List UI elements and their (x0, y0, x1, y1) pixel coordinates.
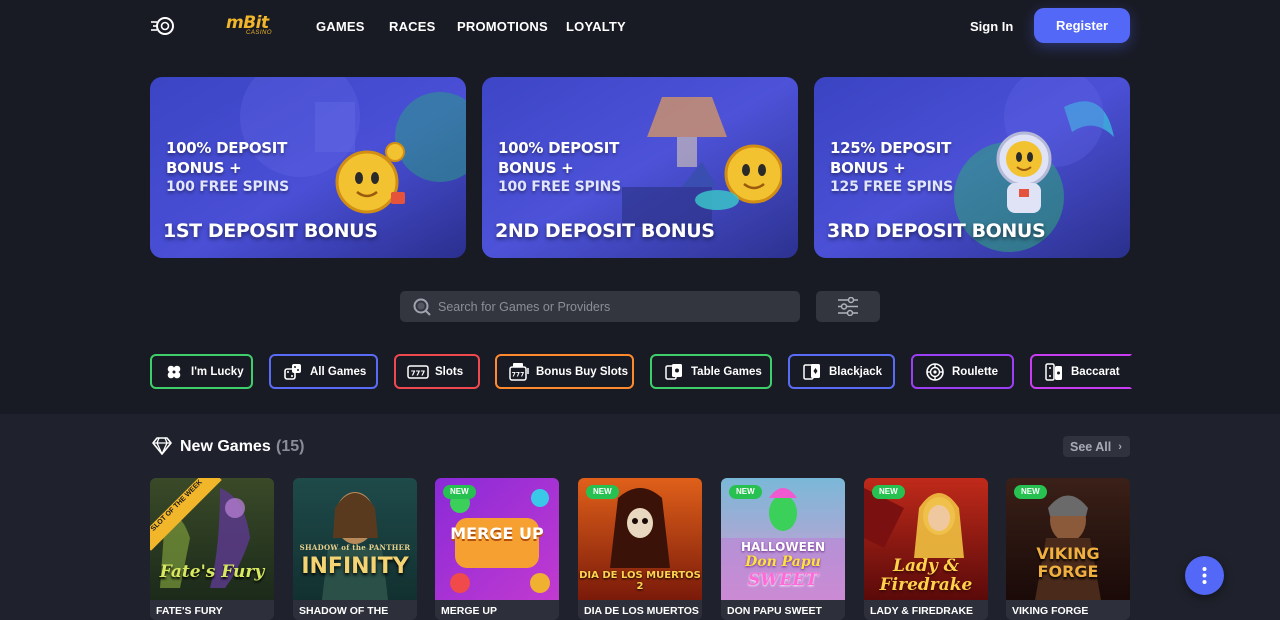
section-title: New Games (180, 438, 271, 455)
more-options-button[interactable] (1185, 556, 1224, 595)
see-all-label: See All (1070, 439, 1112, 454)
search-input[interactable] (438, 291, 788, 322)
promo-line-1: 125% DEPOSIT (830, 139, 952, 157)
game-tile-fates-fury[interactable]: SLOT OF THE WEEK Fate's Fury FATE'S FURY (150, 478, 274, 620)
category-label: Table Games (691, 365, 762, 378)
promo-title: 2ND DEPOSIT BONUS (495, 220, 715, 242)
new-badge: NEW (1014, 485, 1047, 499)
game-art-subtitle: Don Papu (745, 554, 821, 570)
game-name: SHADOW OF THE (293, 600, 417, 620)
promo-line-1: 100% DEPOSIT (166, 139, 288, 157)
game-art-subtitle: FORGE (1037, 562, 1099, 581)
category-table-games[interactable]: Table Games (650, 354, 772, 389)
promo-title: 1ST DEPOSIT BONUS (163, 220, 378, 242)
game-name: DIA DE LOS MUERTOS (578, 600, 702, 620)
game-name: DON PAPU SWEET (721, 600, 845, 620)
game-name: LADY & FIREDRAKE (864, 600, 988, 620)
svg-text:777: 777 (512, 371, 525, 378)
search-bar[interactable] (400, 291, 800, 322)
slot-777-icon: 777 (407, 361, 429, 383)
game-art-subtitle: SHADOW of the PANTHER (299, 543, 411, 552)
game-art-title: MERGE UP (450, 524, 544, 543)
game-art-title: Lady & (893, 556, 959, 576)
filter-sliders-icon (838, 297, 858, 316)
search-icon (413, 298, 431, 316)
category-blackjack[interactable]: Blackjack (788, 354, 895, 389)
category-label: Baccarat (1071, 365, 1120, 378)
roulette-icon (924, 361, 946, 383)
sign-in-link[interactable]: Sign In (970, 19, 1013, 34)
promo-line-3: 125 FREE SPINS (830, 179, 953, 195)
promo-line-2: BONUS + (166, 159, 242, 177)
category-bonus-buy-slots[interactable]: 777 Bonus Buy Slots (495, 354, 634, 389)
filter-button[interactable] (816, 291, 880, 322)
category-slots[interactable]: 777 Slots (394, 354, 480, 389)
coin-mascot-image (335, 142, 405, 214)
nav-races[interactable]: RACES (389, 19, 436, 34)
promo-card-2nd-deposit[interactable]: 100% DEPOSIT BONUS + 100 FREE SPINS 2ND … (482, 77, 798, 258)
game-art-subtitle: Firedrake (879, 575, 973, 595)
logo-subtext: CASINO (246, 30, 273, 36)
see-all-button[interactable]: See All › (1063, 436, 1130, 457)
category-label: Blackjack (829, 365, 883, 378)
game-art-subtitle-2: SWEET (748, 570, 818, 590)
game-tile-viking-forge[interactable]: NEW VIKING FORGE VIKING FORGE (1006, 478, 1130, 620)
nav-games[interactable]: GAMES (316, 19, 365, 34)
category-all-games[interactable]: All Games (269, 354, 378, 389)
menu-toggle-icon[interactable] (150, 14, 178, 38)
game-tile-don-papu-sweet[interactable]: NEW HALLOWEEN Don Papu SWEET DON PAPU SW… (721, 478, 845, 620)
new-badge: NEW (872, 485, 905, 499)
game-tile-dia-de-los-muertos[interactable]: NEW DIA DE LOS MUERTOS 2 DIA DE LOS MUER… (578, 478, 702, 620)
new-badge: NEW (443, 485, 476, 499)
clover-icon (163, 361, 185, 383)
diamond-icon (152, 437, 172, 455)
nav-promotions[interactable]: PROMOTIONS (457, 19, 548, 34)
game-artwork (293, 478, 417, 600)
category-baccarat[interactable]: Baccarat (1030, 354, 1132, 389)
cards-icon (801, 361, 823, 383)
vertical-dots-icon (1202, 567, 1207, 584)
coin-mascot-image (682, 144, 782, 210)
promo-card-3rd-deposit[interactable]: 125% DEPOSIT BONUS + 125 FREE SPINS 3RD … (814, 77, 1130, 258)
promo-card-1st-deposit[interactable]: 100% DEPOSIT BONUS + 100 FREE SPINS 1ST … (150, 77, 466, 258)
game-art-title: Fate's Fury (159, 562, 265, 582)
game-tile-merge-up[interactable]: NEW MERGE UP MERGE UP (435, 478, 559, 620)
promo-line-1: 100% DEPOSIT (498, 139, 620, 157)
chevron-right-icon: › (1118, 440, 1122, 453)
promo-line-3: 100 FREE SPINS (498, 179, 621, 195)
astronaut-coin-mascot-image (996, 131, 1052, 213)
promo-line-3: 100 FREE SPINS (166, 179, 289, 195)
promo-line-2: BONUS + (830, 159, 906, 177)
promo-title: 3RD DEPOSIT BONUS (827, 220, 1046, 242)
game-tile-lady-and-firedrake[interactable]: NEW Lady & Firedrake LADY & FIREDRAKE (864, 478, 988, 620)
promo-line-2: BONUS + (498, 159, 574, 177)
category-roulette[interactable]: Roulette (911, 354, 1014, 389)
game-art-title: DIA DE LOS MUERTOS 2 (579, 570, 701, 592)
category-label: I'm Lucky (191, 365, 244, 378)
game-name: VIKING FORGE (1006, 600, 1130, 620)
category-label: Slots (435, 365, 464, 378)
baccarat-icon (1043, 361, 1065, 383)
header: mBit CASINO GAMES RACES PROMOTIONS LOYAL… (0, 0, 1280, 52)
new-badge: NEW (586, 485, 619, 499)
slot-machine-icon: 777 (508, 361, 530, 383)
register-button[interactable]: Register (1034, 8, 1130, 43)
mbit-logo[interactable]: mBit CASINO (226, 14, 282, 38)
game-tile-shadow-of-the-panther[interactable]: SHADOW of the PANTHER INFINITY SHADOW OF… (293, 478, 417, 620)
category-im-lucky[interactable]: I'm Lucky (150, 354, 253, 389)
new-badge: NEW (729, 485, 762, 499)
category-label: Bonus Buy Slots (536, 365, 629, 378)
svg-text:777: 777 (411, 369, 426, 377)
category-label: Roulette (952, 365, 998, 378)
game-name: MERGE UP (435, 600, 559, 620)
game-name: FATE'S FURY (150, 600, 274, 620)
table-games-icon (663, 361, 685, 383)
game-art-title: INFINITY (301, 554, 409, 579)
game-art-title: HALLOWEEN (740, 540, 826, 554)
game-art-title: VIKING (1036, 544, 1100, 563)
category-label: All Games (310, 365, 367, 378)
dice-icon (282, 361, 304, 383)
section-count: (15) (276, 438, 305, 455)
nav-loyalty[interactable]: LOYALTY (566, 19, 626, 34)
